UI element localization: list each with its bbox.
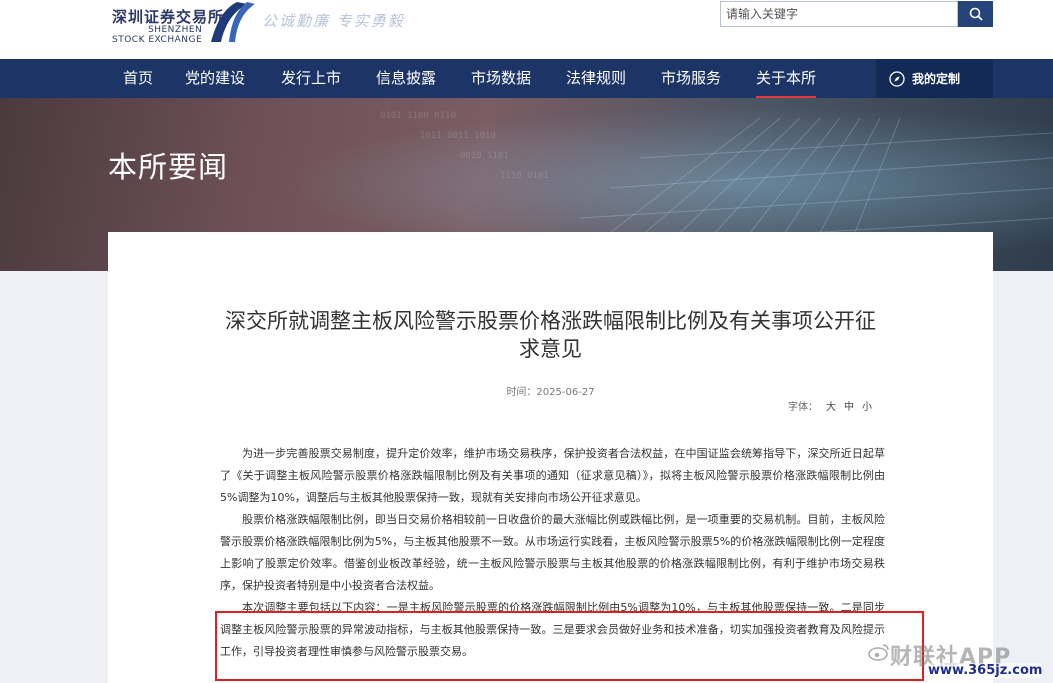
article-body: 为进一步完善股票交易制度，提升定价效率，维护市场交易秩序，保护投资者合法权益，在… <box>220 443 885 663</box>
logo-english-line-2: STOCK EXCHANGE <box>112 35 203 45</box>
nav-item-market-data[interactable]: 市场数据 <box>471 59 531 98</box>
svg-text:0010 1101: 0010 1101 <box>460 151 509 161</box>
font-size-label: 字体： <box>788 402 818 413</box>
font-size-medium[interactable]: 中 <box>844 402 854 413</box>
slogan: 公诚勤廉 专实勇毅 <box>262 12 405 30</box>
nav-item-home[interactable]: 首页 <box>123 59 153 98</box>
font-size-large[interactable]: 大 <box>826 402 836 413</box>
my-custom-label: 我的定制 <box>912 72 961 86</box>
article-paragraph-1: 为进一步完善股票交易制度，提升定价效率，维护市场交易秩序，保护投资者合法权益，在… <box>220 447 885 504</box>
article-paragraph-3: 本次调整主要包括以下内容：一是主板风险警示股票的价格涨跌幅限制比例由5%调整为1… <box>220 601 885 658</box>
article-paragraph-2: 股票价格涨跌幅限制比例，即当日交易价格相较前一日收盘价的最大涨幅比例或跌幅比例，… <box>220 513 885 592</box>
svg-text:0101 1100 0110: 0101 1100 0110 <box>380 111 456 121</box>
nav-item-listing[interactable]: 发行上市 <box>281 59 341 98</box>
font-size-small[interactable]: 小 <box>862 402 872 413</box>
article-date: 时间：2025-06-27 <box>506 387 595 398</box>
font-size-switcher: 字体： 大中小 <box>788 398 872 413</box>
nav-item-party-building[interactable]: 党的建设 <box>185 59 245 98</box>
nav-item-rules[interactable]: 法律规则 <box>566 59 626 98</box>
my-custom-button[interactable]: 我的定制 <box>876 59 993 98</box>
nav-item-disclosure[interactable]: 信息披露 <box>376 59 436 98</box>
banner-title: 本所要闻 <box>108 150 229 184</box>
article-title: 深交所就调整主板风险警示股票价格涨跌幅限制比例及有关事项公开征求意见 <box>225 309 876 361</box>
logo-english-line-1: SHENZHEN <box>148 25 203 35</box>
szse-logo[interactable]: 深圳证券交易所 SHENZHEN STOCK EXCHANGE <box>110 2 255 47</box>
search-icon <box>969 7 983 21</box>
search-input[interactable] <box>720 1 958 27</box>
watermark-url: www.365jz.com <box>928 663 1043 678</box>
weibo-icon <box>868 644 889 661</box>
nav-item-market-services[interactable]: 市场服务 <box>661 59 721 98</box>
svg-text:1011 0011 1010: 1011 0011 1010 <box>420 131 496 141</box>
logo-swoosh-icon <box>211 2 255 42</box>
site-header: 深圳证券交易所 SHENZHEN STOCK EXCHANGE 公诚勤廉 专实勇… <box>0 0 1053 59</box>
svg-text:1110 0101: 1110 0101 <box>500 171 549 181</box>
search-button[interactable] <box>958 1 993 27</box>
main-nav: 首页 党的建设 发行上市 信息披露 市场数据 法律规则 市场服务 关于本所 我的… <box>0 59 1053 98</box>
compass-icon <box>889 70 905 87</box>
article-card: 深交所就调整主板风险警示股票价格涨跌幅限制比例及有关事项公开征求意见 时间：20… <box>108 232 993 683</box>
nav-item-about[interactable]: 关于本所 <box>756 59 817 98</box>
watermark: 财联社APP www.365jz.com <box>868 635 1053 683</box>
